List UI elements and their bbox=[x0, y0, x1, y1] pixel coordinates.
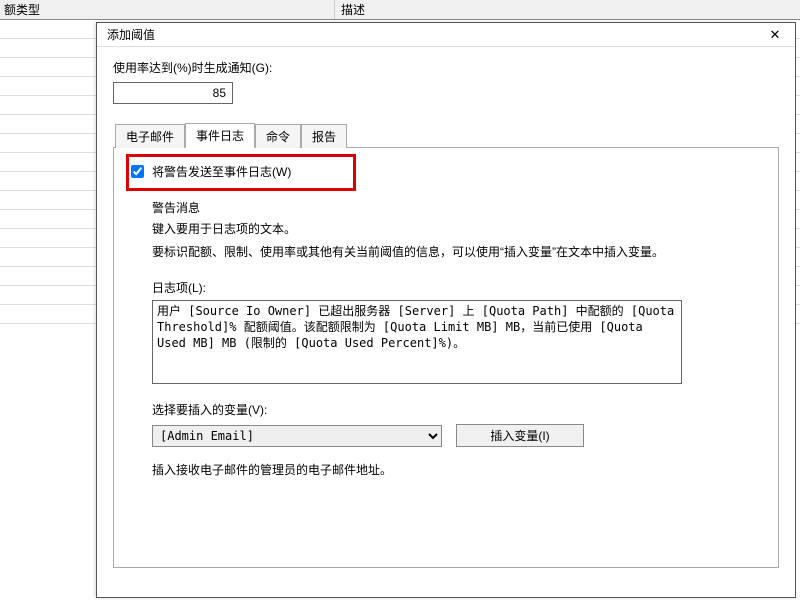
log-entry-label: 日志项(L): bbox=[152, 279, 764, 296]
close-button[interactable]: ✕ bbox=[757, 24, 793, 46]
variable-select[interactable]: [Admin Email] bbox=[152, 425, 442, 447]
dialog-titlebar[interactable]: 添加阈值 ✕ bbox=[97, 23, 795, 47]
log-entry-textarea[interactable]: 用户 [Source Io Owner] 已超出服务器 [Server] 上 [… bbox=[152, 300, 682, 384]
column-header-description[interactable]: 描述 bbox=[335, 1, 365, 18]
highlight-box: 将警告发送至事件日志(W) bbox=[126, 154, 356, 191]
tab-email[interactable]: 电子邮件 bbox=[115, 124, 185, 148]
tab-event-log[interactable]: 事件日志 bbox=[185, 123, 255, 148]
select-variable-label: 选择要插入的变量(V): bbox=[152, 401, 764, 418]
tab-report[interactable]: 报告 bbox=[301, 124, 347, 148]
variable-hint: 插入接收电子邮件的管理员的电子邮件地址。 bbox=[152, 461, 764, 478]
table-header: 额类型 描述 bbox=[0, 0, 800, 20]
close-icon: ✕ bbox=[770, 27, 781, 43]
tabstrip: 电子邮件 事件日志 命令 报告 bbox=[113, 122, 779, 148]
tab-command[interactable]: 命令 bbox=[255, 124, 301, 148]
add-threshold-dialog: 添加阈值 ✕ 使用率达到(%)时生成通知(G): 电子邮件 事件日志 命令 报告… bbox=[96, 22, 796, 598]
send-to-eventlog-label: 将警告发送至事件日志(W) bbox=[152, 163, 291, 180]
send-to-eventlog-input[interactable] bbox=[131, 165, 144, 178]
usage-percent-input[interactable] bbox=[113, 82, 233, 104]
warning-message-group: 警告消息 键入要用于日志项的文本。 要标识配额、限制、使用率或其他有关当前阈值的… bbox=[152, 199, 764, 478]
usage-label: 使用率达到(%)时生成通知(G): bbox=[113, 59, 779, 76]
tab-panel-event-log: 将警告发送至事件日志(W) 警告消息 键入要用于日志项的文本。 要标识配额、限制… bbox=[113, 148, 779, 568]
insert-variable-button[interactable]: 插入变量(I) bbox=[456, 424, 584, 447]
warning-message-desc2: 要标识配额、限制、使用率或其他有关当前阈值的信息，可以使用“插入变量”在文本中插… bbox=[152, 243, 764, 261]
dialog-title: 添加阈值 bbox=[107, 26, 155, 43]
warning-message-desc1: 键入要用于日志项的文本。 bbox=[152, 220, 764, 237]
send-to-eventlog-checkbox[interactable]: 将警告发送至事件日志(W) bbox=[131, 161, 291, 182]
column-header-type[interactable]: 额类型 bbox=[0, 0, 335, 19]
dialog-body: 使用率达到(%)时生成通知(G): 电子邮件 事件日志 命令 报告 将警告发送至… bbox=[97, 47, 795, 576]
variable-insert-row: [Admin Email] 插入变量(I) bbox=[152, 424, 764, 447]
warning-message-title: 警告消息 bbox=[152, 199, 764, 216]
